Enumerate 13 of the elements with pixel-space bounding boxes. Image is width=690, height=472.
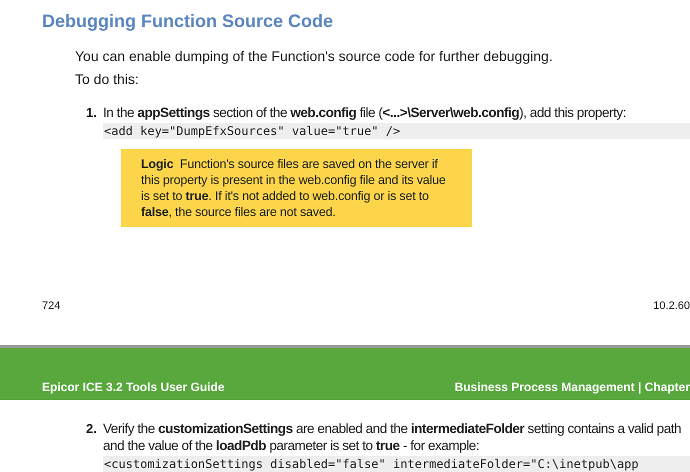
step-text: In the appSettings section of the web.config file (<...>\Server\web.config), add this property: [103, 104, 627, 121]
version-text: 10.2.60 [653, 299, 690, 313]
body-text: You can enable dumping of the Function's source code for further debugging. [74, 48, 554, 65]
step-number: 1. [86, 104, 98, 122]
guide-title: Epicor ICE 3.2 Tools User Guide [42, 380, 224, 394]
step-text: and the value of the loadPdb parameter is set to true - for example: [103, 437, 480, 454]
page-number: 724 [42, 299, 60, 313]
chapter-title: Business Process Management | Chapter [454, 380, 690, 394]
step-text: Verify the customizationSettings are enabled and the intermediateFolder setting contains a valid path [103, 420, 682, 437]
section-heading: Debugging Function Source Code [41, 10, 334, 32]
step-number: 2. [86, 420, 98, 438]
body-text: To do this: [74, 71, 140, 88]
note-text: Logic Function's source files are saved on the server if this property is present in the web.config file and its value is set to true. If it's not added to web.config or is set to false, the source files are not saved. [141, 156, 447, 220]
